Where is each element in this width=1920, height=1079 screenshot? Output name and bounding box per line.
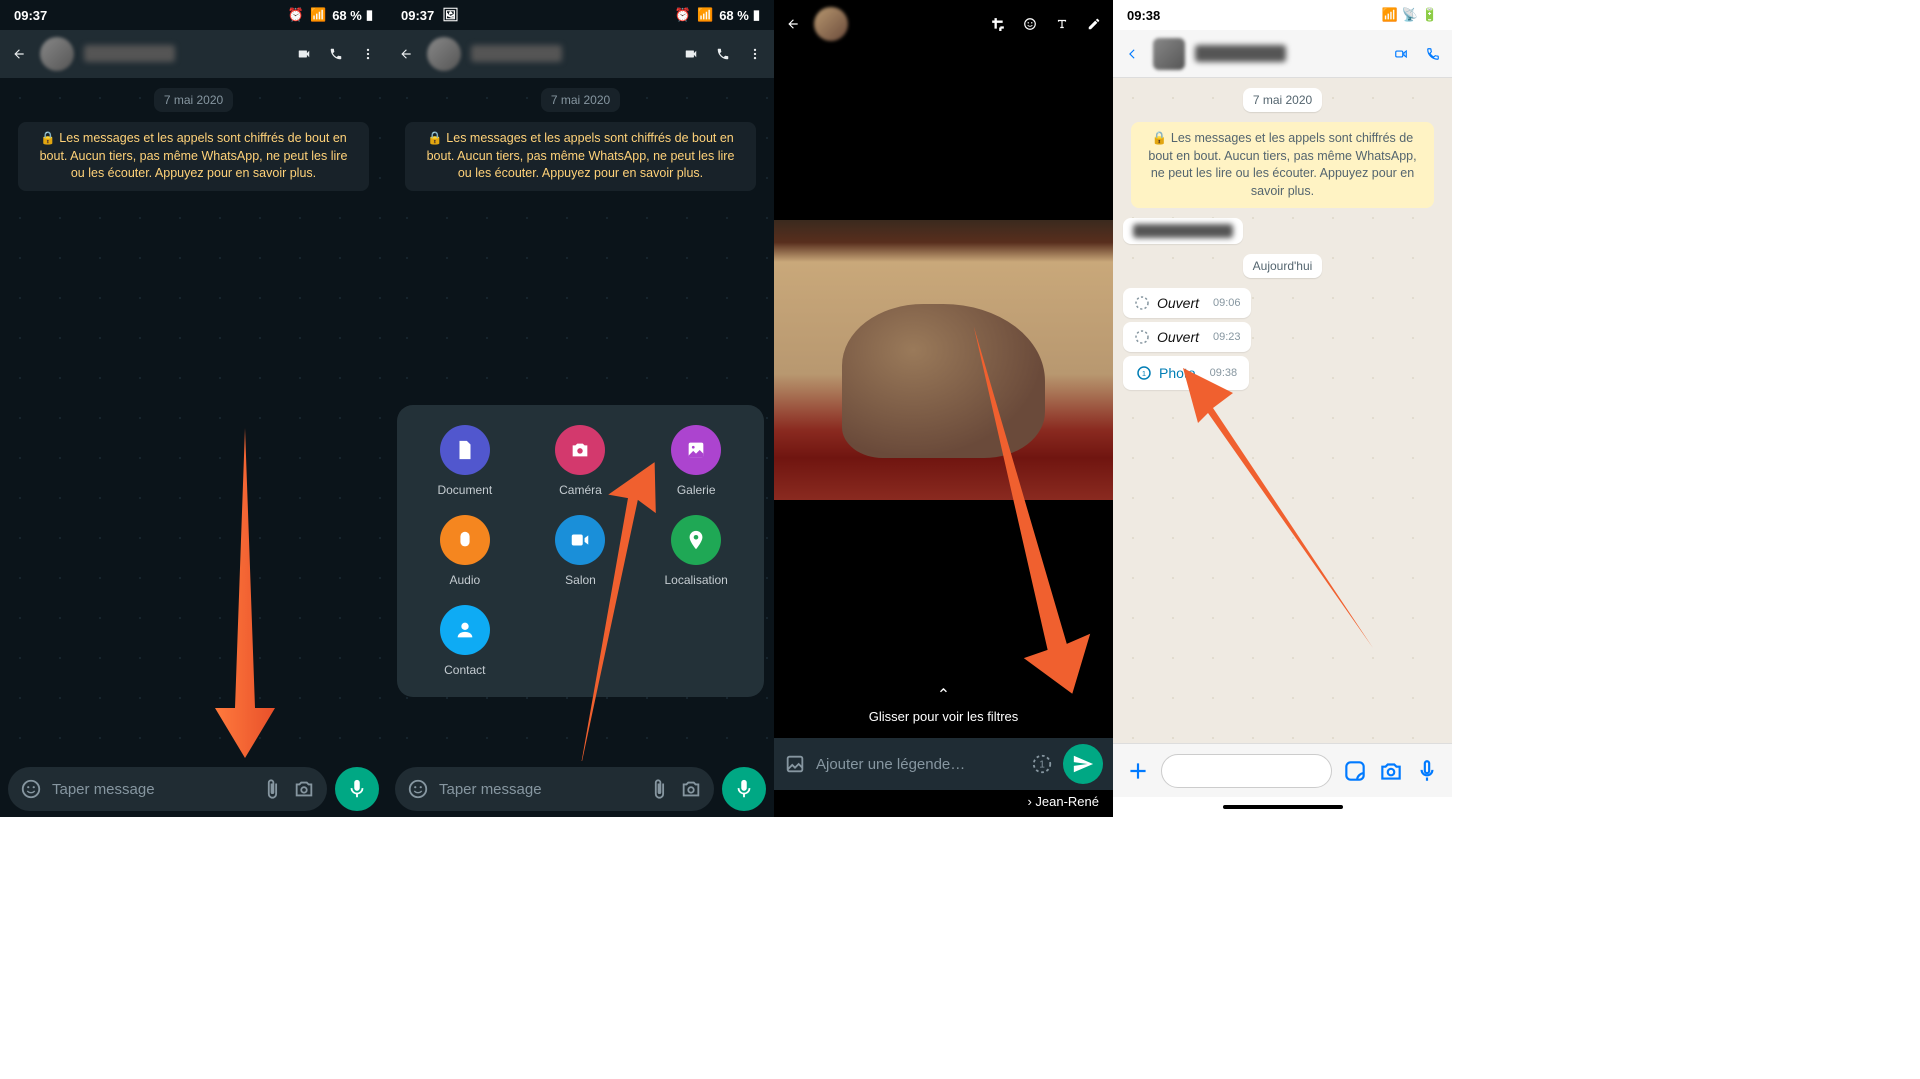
date-chip: 7 mai 2020 [541, 88, 620, 112]
date-chip: 7 mai 2020 [1243, 88, 1322, 112]
view-once-icon[interactable]: 1 [1031, 753, 1053, 775]
message-input[interactable] [52, 781, 251, 798]
draw-icon[interactable] [1083, 13, 1105, 35]
attach-camera[interactable]: Caméra [523, 425, 639, 497]
attach-audio[interactable]: Audio [407, 515, 523, 587]
mic-button[interactable] [722, 767, 766, 811]
filters-hint[interactable]: ⌃ Glisser pour voir les filtres [774, 671, 1113, 738]
attach-gallery[interactable]: Galerie [638, 425, 754, 497]
message-input-container [395, 767, 714, 811]
emoji-icon[interactable] [1019, 13, 1041, 35]
svg-text:1: 1 [1039, 760, 1045, 771]
camera-icon[interactable] [1378, 758, 1404, 784]
opened-icon [1133, 328, 1151, 346]
voice-call-icon[interactable] [1422, 43, 1444, 65]
attach-location[interactable]: Localisation [638, 515, 754, 587]
status-time: 09:37 [401, 8, 434, 23]
status-time: 09:37 [14, 8, 47, 23]
encryption-notice[interactable]: 🔒 Les messages et les appels sont chiffr… [1131, 122, 1434, 208]
battery-pct: 68 % [719, 8, 749, 23]
caption-input[interactable] [816, 756, 1021, 773]
video-call-icon[interactable] [1390, 43, 1412, 65]
date-chip: 7 mai 2020 [154, 88, 233, 112]
attach-sheet: Document Caméra Galerie Audio Salon Loca… [397, 405, 764, 697]
battery-pct: 68 % [332, 8, 362, 23]
send-button[interactable] [1063, 744, 1103, 784]
view-once-icon: 1 [1135, 364, 1153, 382]
add-photo-icon[interactable] [784, 753, 806, 775]
battery-icon: ▮ [366, 7, 373, 23]
back-icon[interactable] [1121, 43, 1143, 65]
video-call-icon[interactable] [680, 43, 702, 65]
back-icon[interactable] [782, 13, 804, 35]
opened-icon [1133, 294, 1151, 312]
attach-icon[interactable] [261, 778, 283, 800]
encryption-notice[interactable]: 🔒 Les messages et les appels sont chiffr… [405, 122, 756, 191]
message-input-container [8, 767, 327, 811]
attach-icon[interactable] [648, 778, 670, 800]
message-input[interactable] [439, 781, 638, 798]
message-opened[interactable]: Ouvert09:06 [1123, 288, 1251, 318]
status-time: 09:38 [1127, 8, 1160, 23]
sticker-icon[interactable] [1342, 758, 1368, 784]
wifi-icon: 📡 [1402, 7, 1418, 23]
add-icon[interactable] [1125, 758, 1151, 784]
encryption-notice[interactable]: 🔒 Les messages et les appels sont chiffr… [18, 122, 369, 191]
more-icon[interactable] [744, 43, 766, 65]
picture-icon: 🖼 [442, 7, 459, 23]
avatar[interactable] [427, 37, 461, 71]
contact-name[interactable]: ████████ [1195, 45, 1380, 63]
alarm-icon: ⏰ [288, 7, 304, 23]
alarm-icon: ⏰ [675, 7, 691, 23]
signal-icon: 📶 [310, 7, 326, 23]
attach-contact[interactable]: Contact [407, 605, 523, 677]
voice-call-icon[interactable] [325, 43, 347, 65]
mic-button[interactable] [335, 767, 379, 811]
signal-icon: 📶 [697, 7, 713, 23]
text-icon[interactable] [1051, 13, 1073, 35]
redacted-message[interactable] [1123, 218, 1243, 244]
avatar[interactable] [1153, 38, 1185, 70]
more-icon[interactable] [357, 43, 379, 65]
emoji-icon[interactable] [20, 778, 42, 800]
attach-document[interactable]: Document [407, 425, 523, 497]
message-photo[interactable]: 1 Photo09:38 [1123, 356, 1249, 390]
camera-icon[interactable] [293, 778, 315, 800]
annotation-arrow [200, 428, 290, 758]
contact-name[interactable]: ████████ [84, 45, 283, 63]
chat-area: 7 mai 2020 🔒 Les messages et les appels … [1113, 78, 1452, 743]
svg-text:1: 1 [1142, 369, 1146, 378]
emoji-icon[interactable] [407, 778, 429, 800]
battery-icon: ▮ [753, 7, 760, 23]
signal-icon: 📶 [1381, 7, 1397, 23]
photo-thumb[interactable] [814, 7, 848, 41]
message-input[interactable] [1161, 754, 1332, 788]
camera-icon[interactable] [680, 778, 702, 800]
mic-icon[interactable] [1414, 758, 1440, 784]
today-chip: Aujourd'hui [1243, 254, 1323, 278]
video-call-icon[interactable] [293, 43, 315, 65]
avatar[interactable] [40, 37, 74, 71]
photo-preview [774, 48, 1113, 671]
recipient-label: › Jean-René [774, 790, 1113, 817]
back-icon[interactable] [395, 43, 417, 65]
home-indicator[interactable] [1113, 797, 1452, 817]
battery-icon: 🔋 [1422, 7, 1438, 23]
contact-name[interactable]: ████████ [471, 45, 670, 63]
back-icon[interactable] [8, 43, 30, 65]
message-opened[interactable]: Ouvert09:23 [1123, 322, 1251, 352]
attach-room[interactable]: Salon [523, 515, 639, 587]
annotation-arrow [1183, 368, 1383, 648]
voice-call-icon[interactable] [712, 43, 734, 65]
crop-icon[interactable] [987, 13, 1009, 35]
